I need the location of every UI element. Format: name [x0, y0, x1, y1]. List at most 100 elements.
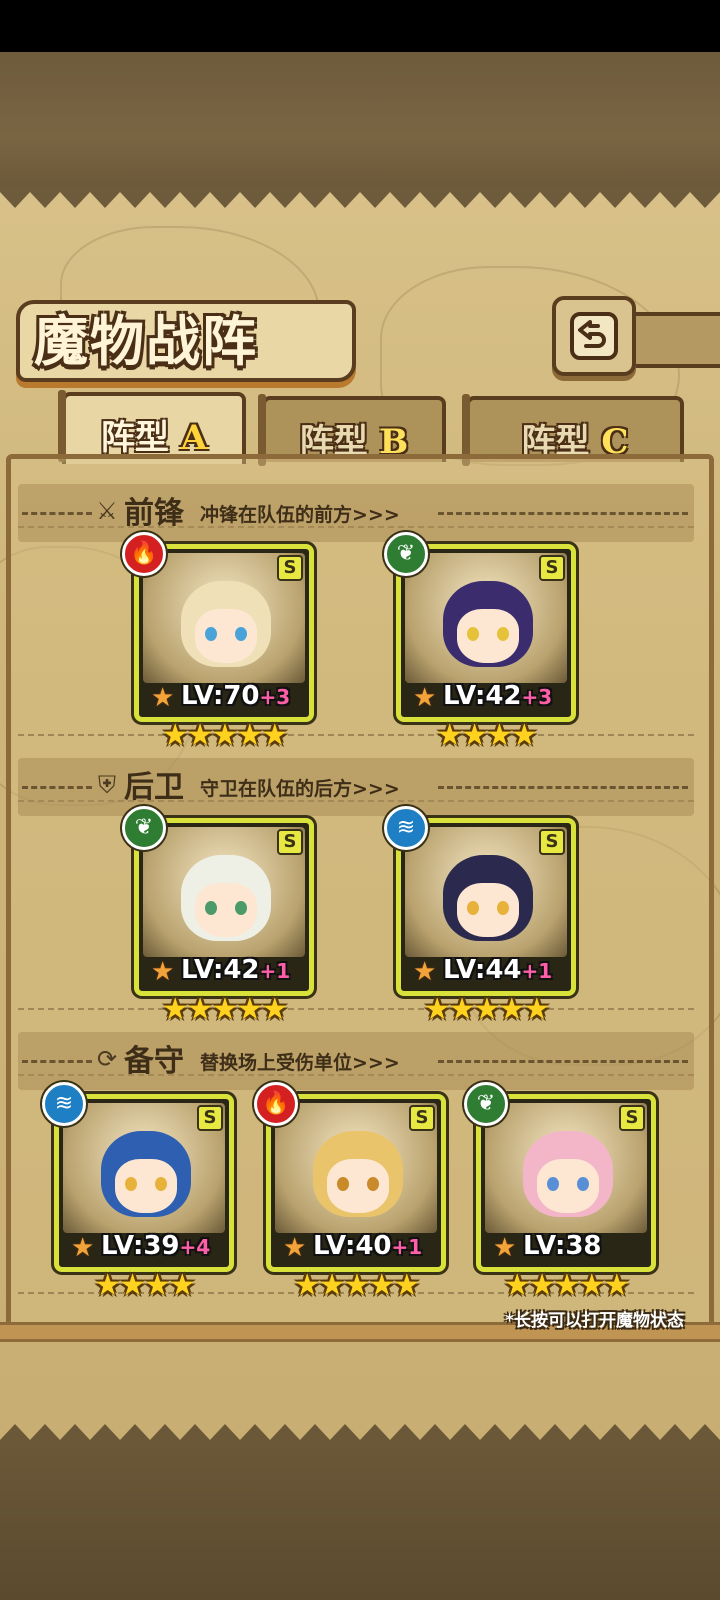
star-rating: ★★★★★: [161, 992, 288, 1027]
dash-line: [438, 1060, 688, 1063]
level-value: LV:70: [181, 681, 260, 711]
level-bonus: +3: [259, 685, 291, 709]
level-bonus: +4: [179, 1235, 211, 1259]
level-value: LV:44: [443, 955, 522, 985]
monster-card-reserve-1[interactable]: S ★ LV:39+4 ≋ ★★★★: [42, 1082, 234, 1303]
star-decoration-icon: ★: [151, 957, 175, 987]
section-desc: 守卫在队伍的后方>>>: [200, 778, 400, 800]
level-bonus: +1: [259, 959, 291, 983]
rarity-badge: S: [409, 1105, 435, 1131]
section-desc: 冲锋在队伍的前方>>>: [200, 504, 400, 526]
rarity-badge: S: [197, 1105, 223, 1131]
rarity-badge: S: [277, 555, 303, 581]
shield-icon: ⛨: [98, 771, 116, 799]
rarity-badge: S: [539, 829, 565, 855]
star-decoration-icon: ★: [413, 683, 437, 713]
water-element-icon: ≋: [42, 1082, 86, 1126]
star-rating: ★★★★★: [503, 1268, 630, 1303]
long-press-hint: *长按可以打开魔物状态: [505, 1311, 684, 1331]
tab-formation-b[interactable]: 阵型 B: [258, 394, 446, 466]
star-rating: ★★★★: [436, 718, 538, 753]
level-bonus: +3: [521, 685, 553, 709]
monster-eye: [497, 901, 509, 915]
star-decoration-icon: ★: [283, 1233, 307, 1263]
monster-eye: [497, 627, 509, 641]
monster-eye: [337, 1177, 349, 1191]
map-background-top: [0, 52, 720, 192]
card-frame: S ★ LV:42+1: [134, 818, 314, 996]
back-button[interactable]: [552, 296, 636, 376]
sword-icon: ⚔: [96, 497, 118, 525]
level-label: LV:38: [523, 1231, 602, 1261]
leaf-element-icon: ❦: [464, 1082, 508, 1126]
monster-eye: [467, 901, 479, 915]
monster-eye: [125, 1177, 137, 1191]
page-title: 魔物战阵: [34, 309, 258, 373]
rarity-badge: S: [539, 555, 565, 581]
monster-card-reserve-2[interactable]: S ★ LV:40+1 🔥 ★★★★★: [254, 1082, 446, 1303]
row-band-rearguard: [18, 800, 694, 1010]
dash-line: [438, 512, 688, 515]
dash-line: [438, 786, 688, 789]
water-element-icon: ≋: [384, 806, 428, 850]
section-title: 前锋: [124, 496, 184, 531]
tab-formation-c[interactable]: 阵型 C: [462, 394, 684, 466]
tab-post: [58, 390, 66, 462]
level-label: LV:42+3: [443, 681, 552, 711]
level-label: LV:39+4: [101, 1231, 210, 1261]
dash-line: [22, 1060, 92, 1063]
section-header-reserve: ⟳ 备守 替换场上受伤单位>>>: [18, 1032, 694, 1090]
section-title: 后卫: [124, 770, 184, 805]
monster-eye: [577, 1177, 589, 1191]
star-decoration-icon: ★: [151, 683, 175, 713]
section-desc: 替换场上受伤单位>>>: [200, 1052, 400, 1074]
leaf-element-icon: ❦: [384, 532, 428, 576]
card-frame: S ★ LV:44+1: [396, 818, 576, 996]
monster-eye: [467, 627, 479, 641]
section-title: 备守: [124, 1044, 184, 1079]
card-frame: S ★ LV:42+3: [396, 544, 576, 722]
fire-element-icon: 🔥: [254, 1082, 298, 1126]
monster-card-vanguard-1[interactable]: S ★ LV:70+3 🔥 ★★★★★: [122, 532, 314, 753]
card-frame: S ★ LV:38: [476, 1094, 656, 1272]
level-label: LV:40+1: [313, 1231, 422, 1261]
monster-eye: [367, 1177, 379, 1191]
star-decoration-icon: ★: [71, 1233, 95, 1263]
map-background-bottom: [0, 1440, 720, 1600]
monster-eye: [155, 1177, 167, 1191]
monster-card-rearguard-1[interactable]: S ★ LV:42+1 ❦ ★★★★★: [122, 806, 314, 1027]
monster-eye: [547, 1177, 559, 1191]
level-value: LV:40: [313, 1231, 392, 1261]
monster-card-rearguard-2[interactable]: S ★ LV:44+1 ≋ ★★★★★: [384, 806, 576, 1027]
level-value: LV:38: [523, 1231, 602, 1261]
monster-eye: [235, 627, 247, 641]
fire-element-icon: 🔥: [122, 532, 166, 576]
star-rating: ★★★★★: [293, 1268, 420, 1303]
star-rating: ★★★★: [94, 1268, 196, 1303]
card-frame: S ★ LV:40+1: [266, 1094, 446, 1272]
rarity-badge: S: [619, 1105, 645, 1131]
swap-icon: ⟳: [96, 1045, 118, 1073]
star-decoration-icon: ★: [493, 1233, 517, 1263]
row-band-vanguard: [18, 526, 694, 736]
zigzag-edge-top: [0, 186, 720, 208]
monster-eye: [235, 901, 247, 915]
section-header-rearguard: ⛨ 后卫 守卫在队伍的后方>>>: [18, 758, 694, 816]
status-bar: [0, 0, 720, 52]
level-bonus: +1: [391, 1235, 423, 1259]
zigzag-edge-bottom: [0, 1424, 720, 1446]
level-bonus: +1: [521, 959, 553, 983]
monster-eye: [205, 901, 217, 915]
level-value: LV:39: [101, 1231, 180, 1261]
dash-line: [22, 512, 92, 515]
monster-card-reserve-3[interactable]: S ★ LV:38 ❦ ★★★★★: [464, 1082, 656, 1303]
back-bar-decoration: [630, 312, 720, 368]
dash-line: [22, 786, 92, 789]
return-arrow-icon: [570, 312, 618, 360]
monster-card-vanguard-2[interactable]: S ★ LV:42+3 ❦ ★★★★: [384, 532, 576, 753]
level-label: LV:42+1: [181, 955, 290, 985]
level-value: LV:42: [443, 681, 522, 711]
section-header-vanguard: ⚔ 前锋 冲锋在队伍的前方>>>: [18, 484, 694, 542]
card-frame: S ★ LV:39+4: [54, 1094, 234, 1272]
rarity-badge: S: [277, 829, 303, 855]
